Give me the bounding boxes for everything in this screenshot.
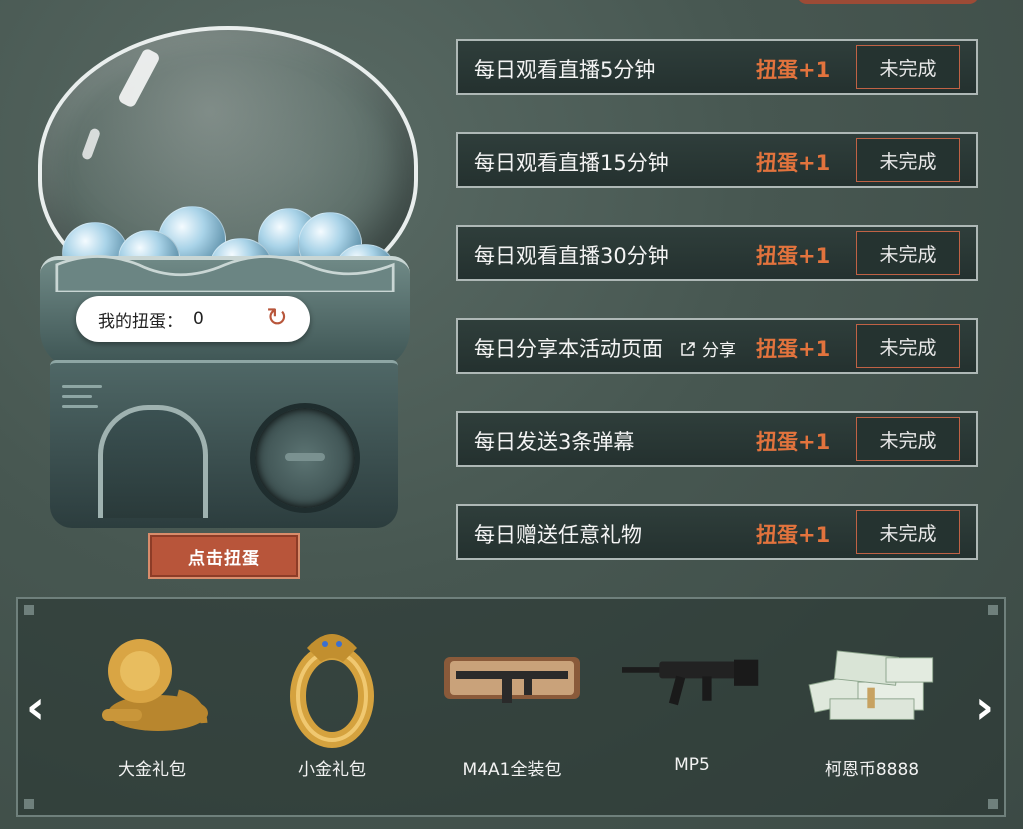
task-row: 每日发送3条弹幕 扭蛋+1 未完成: [456, 411, 978, 467]
prize-item[interactable]: 小金礼包: [262, 613, 402, 780]
vent-line: [62, 395, 92, 398]
task-title: 每日分享本活动页面: [474, 337, 663, 361]
prize-name: 大金礼包: [118, 760, 186, 780]
globe-highlight: [80, 127, 102, 161]
task-row: 每日观看直播15分钟 扭蛋+1 未完成: [456, 132, 978, 188]
task-reward: 扭蛋+1: [756, 337, 831, 361]
prize-name: 柯恩币8888: [824, 760, 920, 780]
task-title: 每日观看直播30分钟: [474, 244, 669, 268]
counter-value: 0: [193, 309, 204, 329]
prize-name: 小金礼包: [298, 760, 366, 780]
bowl-rim: [55, 255, 395, 292]
task-status-button[interactable]: 未完成: [856, 510, 960, 554]
task-title: 每日观看直播15分钟: [474, 151, 669, 175]
task-row: 每日观看直播30分钟 扭蛋+1 未完成: [456, 225, 978, 281]
task-row: 每日赠送任意礼物 扭蛋+1 未完成: [456, 504, 978, 560]
task-title: 每日观看直播5分钟: [474, 58, 656, 82]
gold-bracelet-icon: [262, 613, 402, 753]
task-status-button[interactable]: 未完成: [856, 417, 960, 461]
task-reward: 扭蛋+1: [756, 523, 831, 547]
share-icon: [681, 341, 695, 356]
task-reward: 扭蛋+1: [756, 58, 831, 82]
knob-handle: [285, 453, 325, 461]
prize-name: M4A1全装包: [462, 760, 562, 780]
rifle-case-icon: [442, 613, 582, 753]
capsule-door: [98, 405, 208, 518]
refresh-icon[interactable]: ↻: [266, 305, 292, 331]
prize-item[interactable]: MP5: [622, 613, 762, 775]
task-status-button[interactable]: 未完成: [856, 45, 960, 89]
prize-item[interactable]: M4A1全装包: [442, 613, 582, 780]
task-status-button[interactable]: 未完成: [856, 138, 960, 182]
task-row: 每日分享本活动页面 分享 扭蛋+1 未完成: [456, 318, 978, 374]
task-reward: 扭蛋+1: [756, 430, 831, 454]
task-reward: 扭蛋+1: [756, 244, 831, 268]
prize-carousel: ‹ › 大金礼包 小金礼包 M4A1全装包 MP5 柯恩币8888: [16, 597, 1006, 817]
task-list: 每日观看直播5分钟 扭蛋+1 未完成 每日观看直播15分钟 扭蛋+1 未完成 每…: [456, 39, 978, 597]
smg-icon: [622, 613, 762, 753]
prize-name: MP5: [674, 755, 710, 775]
gold-lion-icon: [82, 613, 222, 753]
vent-line: [62, 385, 102, 388]
globe-highlight: [116, 47, 162, 109]
machine-knob[interactable]: [250, 403, 360, 513]
task-title: 每日赠送任意礼物: [474, 523, 642, 547]
task-row: 每日观看直播5分钟 扭蛋+1 未完成: [456, 39, 978, 95]
frame-corner: [24, 605, 34, 615]
vent-line: [62, 405, 98, 408]
money-stack-icon: [802, 613, 942, 753]
task-reward: 扭蛋+1: [756, 151, 831, 175]
share-link[interactable]: 分享: [680, 336, 736, 361]
next-arrow-icon[interactable]: ›: [975, 684, 994, 730]
task-status-button[interactable]: 未完成: [856, 231, 960, 275]
capsule-counter: 我的扭蛋： 0 ↻: [76, 296, 310, 342]
share-label: 分享: [702, 341, 736, 361]
frame-corner: [988, 605, 998, 615]
prize-item[interactable]: 大金礼包: [82, 613, 222, 780]
machine-base: [50, 360, 398, 528]
prize-item[interactable]: 柯恩币8888: [802, 613, 942, 780]
task-title: 每日发送3条弹幕: [474, 430, 635, 454]
frame-corner: [988, 799, 998, 809]
prev-arrow-icon[interactable]: ‹: [26, 684, 45, 730]
top-tab[interactable]: [797, 0, 979, 4]
task-status-button[interactable]: 未完成: [856, 324, 960, 368]
counter-label: 我的扭蛋：: [98, 311, 183, 332]
spin-button[interactable]: 点击扭蛋: [148, 533, 300, 579]
frame-corner: [24, 799, 34, 809]
